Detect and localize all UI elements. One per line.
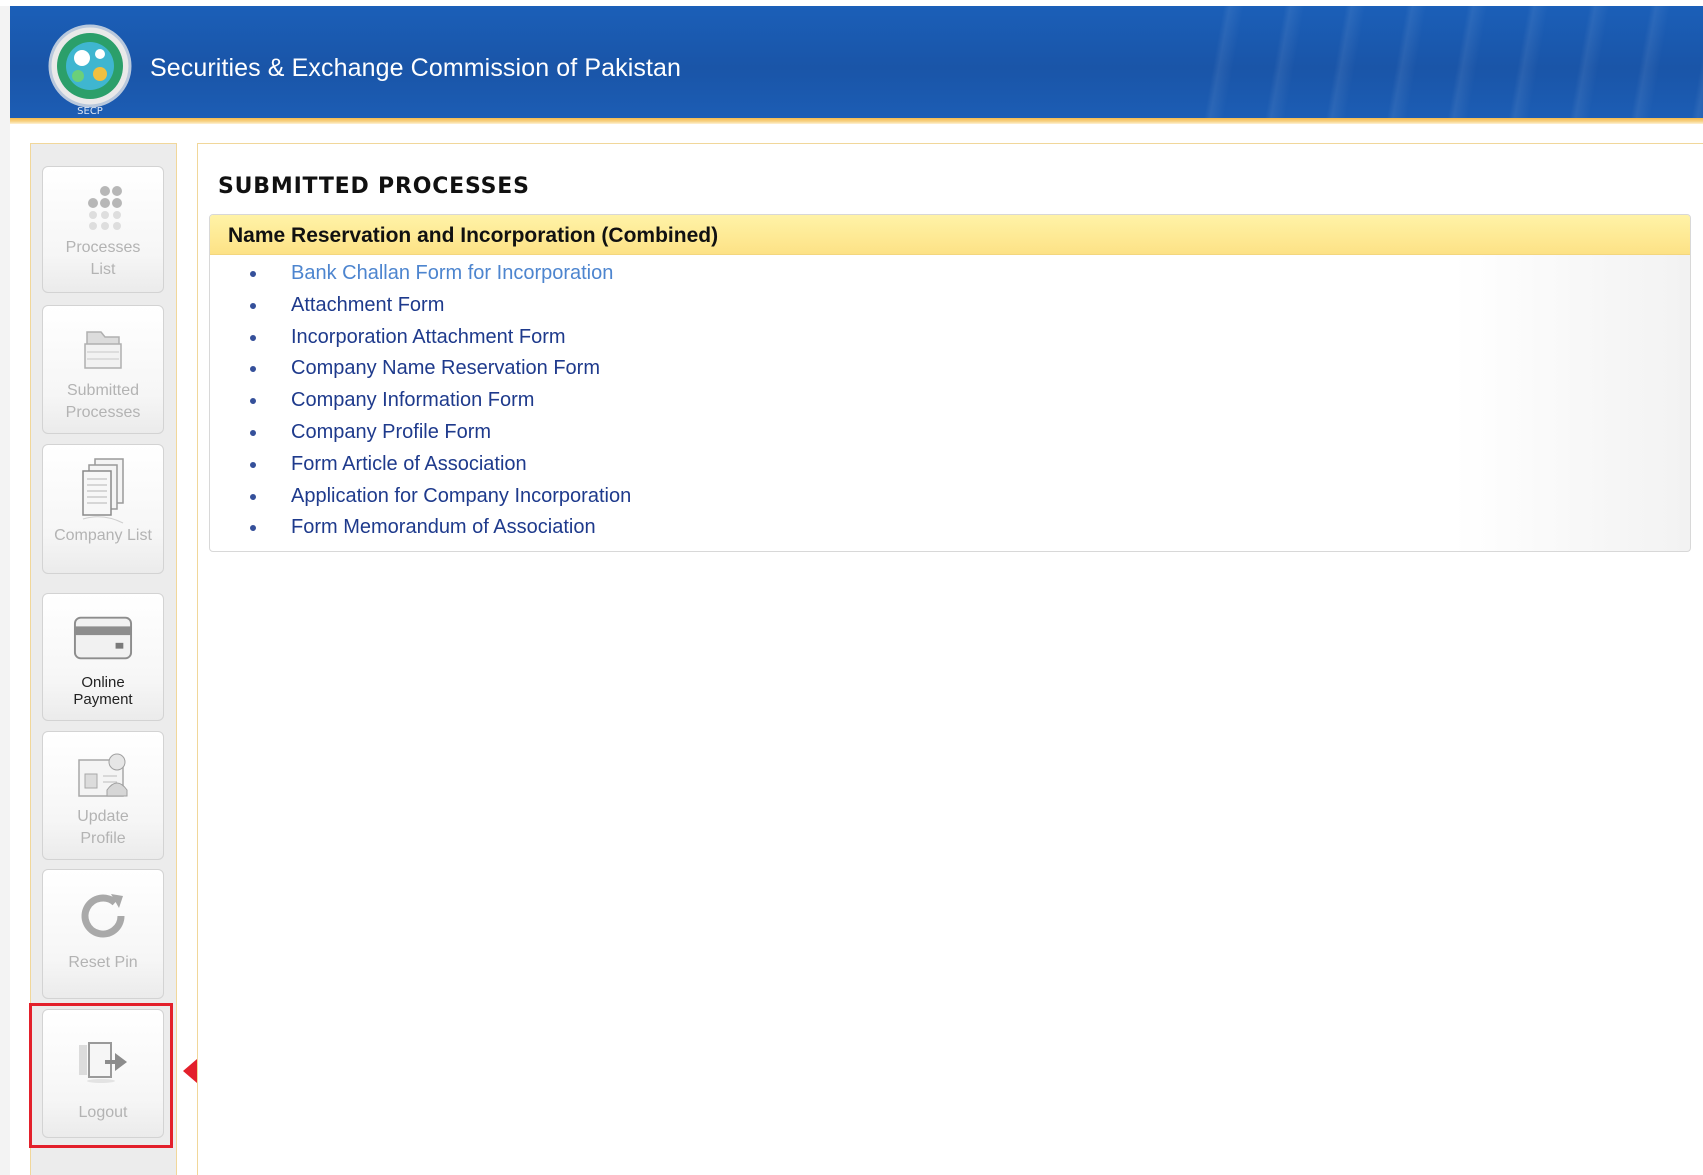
- sidebar-item-update-profile[interactable]: Update Profile: [42, 731, 164, 860]
- form-link[interactable]: Company Name Reservation Form: [210, 353, 1690, 385]
- credit-card-icon: [73, 610, 133, 666]
- bullet-icon: [250, 271, 256, 277]
- sidebar-item-label: Online Payment: [73, 674, 133, 708]
- secp-logo-icon: SECP: [48, 24, 132, 117]
- profile-card-icon: [73, 748, 133, 804]
- form-link-list: Bank Challan Form for Incorporation Atta…: [210, 255, 1690, 544]
- bullet-icon: [250, 302, 256, 309]
- sidebar-item-processes-list[interactable]: Processes List: [42, 166, 164, 293]
- bullet-icon: [250, 525, 256, 532]
- page-title: SUBMITTED PROCESSES: [218, 174, 530, 199]
- logout-highlight-box: [29, 1003, 173, 1148]
- site-header: SECP Securities & Exchange Commission of…: [10, 6, 1703, 118]
- site-title: Securities & Exchange Commission of Paki…: [150, 54, 682, 82]
- form-link[interactable]: Company Information Form: [210, 385, 1690, 417]
- form-link[interactable]: Incorporation Attachment Form: [210, 322, 1690, 354]
- bullet-icon: [250, 461, 256, 468]
- sidebar-item-online-payment[interactable]: Online Payment: [42, 593, 164, 721]
- header-accent-bar: [10, 118, 1703, 124]
- bullet-icon: [250, 398, 256, 405]
- sidebar-item-label: Submitted Processes: [65, 382, 141, 421]
- bullet-icon: [250, 493, 256, 500]
- bullet-icon: [250, 366, 256, 373]
- dots-grid-icon: [73, 183, 133, 239]
- section-heading: Name Reservation and Incorporation (Comb…: [210, 215, 1690, 255]
- sidebar-item-label: Reset Pin: [68, 954, 138, 971]
- sidebar-item-label: Company List: [54, 527, 152, 544]
- bullet-icon: [250, 429, 256, 436]
- documents-stack-icon: [73, 455, 133, 527]
- form-link[interactable]: Attachment Form: [210, 290, 1690, 322]
- sidebar-item-reset-pin[interactable]: Reset Pin: [42, 869, 164, 999]
- bullet-icon: [250, 334, 256, 341]
- form-link[interactable]: Company Profile Form: [210, 417, 1690, 449]
- form-link[interactable]: Form Article of Association: [210, 449, 1690, 481]
- left-edge-strip: [0, 6, 10, 1175]
- form-link[interactable]: Bank Challan Form for Incorporation: [210, 258, 1690, 290]
- sidebar-item-submitted-processes[interactable]: Submitted Processes: [42, 305, 164, 434]
- sidebar-item-label: Processes List: [65, 239, 141, 278]
- form-link[interactable]: Form Memorandum of Association: [210, 512, 1690, 544]
- sidebar-item-label: Update Profile: [77, 808, 129, 847]
- main-content: SUBMITTED PROCESSES Name Reservation and…: [197, 143, 1703, 1175]
- refresh-icon: [73, 888, 133, 944]
- sidebar-item-company-list[interactable]: Company List: [42, 444, 164, 574]
- process-section-panel: Name Reservation and Incorporation (Comb…: [209, 214, 1691, 552]
- logo-text: SECP: [77, 106, 103, 117]
- form-link[interactable]: Application for Company Incorporation: [210, 481, 1690, 513]
- folder-icon: [73, 322, 133, 378]
